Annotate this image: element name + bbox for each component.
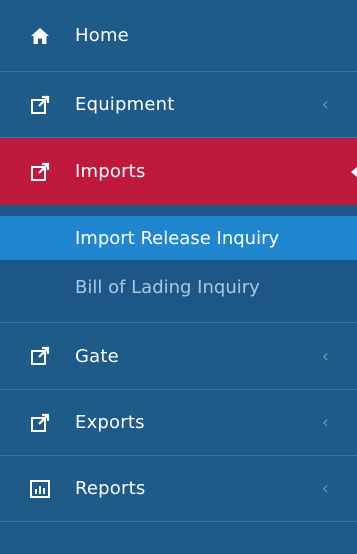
chevron-left-icon: ‹ [321,345,329,367]
menu-item-gate[interactable]: Gate ‹ [0,323,357,390]
chevron-left-icon: ‹ [321,412,329,433]
external-link-icon [30,162,50,182]
external-link-icon [30,346,50,366]
sidebar-footer-space [0,522,357,554]
menu-item-gate-label: Gate [75,345,119,367]
bar-chart-icon [30,479,50,499]
menu-item-home-label: Home [75,25,129,46]
menu-item-imports-label: Imports [75,161,146,182]
menu-item-equipment-label: Equipment [75,94,175,115]
sidebar-nav: Home Equipment ‹ Imports Import Release … [0,0,357,554]
menu-item-exports-label: Exports [75,412,145,433]
chevron-left-icon: ‹ [321,478,329,499]
submenu-item-label: Bill of Lading Inquiry [75,276,260,298]
submenu-item-import-release-inquiry[interactable]: Import Release Inquiry [0,216,357,260]
menu-item-exports[interactable]: Exports ‹ [0,390,357,456]
submenu-item-bill-of-lading-inquiry[interactable]: Bill of Lading Inquiry [0,265,357,309]
submenu-item-label: Import Release Inquiry [75,227,280,249]
menu-item-equipment[interactable]: Equipment ‹ [0,72,357,138]
menu-item-imports[interactable]: Imports [0,138,357,205]
menu-item-reports[interactable]: Reports ‹ [0,456,357,522]
active-indicator-icon [351,161,357,182]
external-link-icon [30,413,50,433]
menu-item-home[interactable]: Home [0,0,357,72]
chevron-left-icon: ‹ [321,94,329,115]
home-icon [30,26,50,46]
menu-item-reports-label: Reports [75,478,146,499]
imports-submenu: Import Release Inquiry Bill of Lading In… [0,205,357,323]
external-link-icon [30,95,50,115]
